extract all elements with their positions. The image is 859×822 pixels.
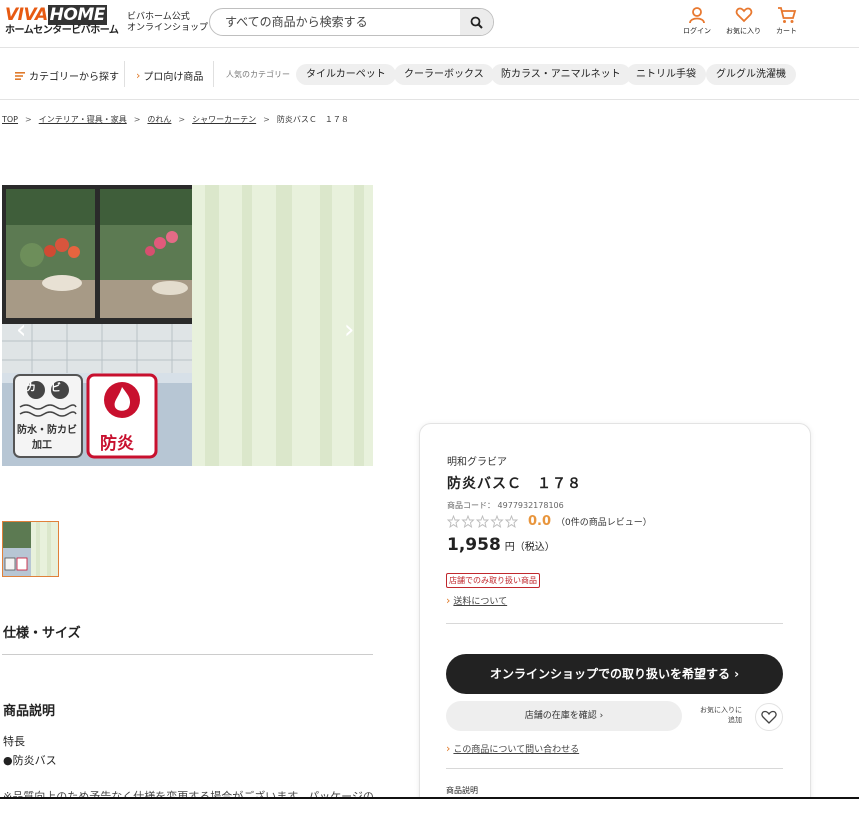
- spec-size-heading[interactable]: 仕様・サイズ: [3, 622, 81, 641]
- search-icon: [470, 16, 483, 29]
- kabi-badge-text: 加工: [32, 440, 52, 451]
- price-unit: 円（税込）: [504, 542, 555, 553]
- add-favorite-label: お気に入りに 追加: [700, 706, 742, 724]
- favorites-button[interactable]: お気に入り: [726, 6, 761, 36]
- inquiry-link[interactable]: › この商品について問い合わせる: [446, 742, 579, 755]
- heart-icon: [761, 710, 777, 724]
- description-heading: 商品説明: [3, 704, 56, 719]
- chevron-left-icon: ‹: [16, 315, 27, 345]
- product-name: 防炎バスＣ １７８: [447, 476, 582, 492]
- gallery-prev-button[interactable]: ‹: [16, 317, 26, 343]
- gallery-thumbnail[interactable]: [2, 521, 59, 577]
- menu-icon: [15, 71, 25, 80]
- divider: [213, 61, 214, 87]
- search-button[interactable]: [460, 9, 493, 35]
- request-online-button[interactable]: オンラインショップでの取り扱いを希望する ›: [446, 654, 783, 694]
- breadcrumb-link[interactable]: TOP: [2, 115, 18, 124]
- popular-chip[interactable]: タイルカーペット: [296, 64, 396, 85]
- user-icon: [689, 7, 705, 24]
- chevron-right-icon: ›: [446, 742, 451, 755]
- search-box: [209, 8, 494, 36]
- chevron-right-icon: ›: [344, 315, 355, 345]
- feature-label: 特長: [3, 735, 25, 748]
- logo-wordmark: VIVA HOME: [5, 5, 107, 25]
- price-value: 1,958: [447, 535, 501, 555]
- logo-subtitle: ホームセンタービバホーム: [5, 25, 119, 36]
- cart-button[interactable]: カート: [776, 6, 797, 36]
- add-favorite-button[interactable]: [755, 703, 783, 731]
- search-input[interactable]: [210, 9, 460, 35]
- chevron-right-icon: ›: [446, 594, 451, 607]
- site-logo[interactable]: VIVA HOME ホームセンタービバホーム: [5, 5, 119, 40]
- heart-icon: [735, 7, 752, 23]
- product-code: 商品コード： 4977932178106: [447, 501, 564, 510]
- brand-name: 明和グラビア: [447, 457, 507, 468]
- price: 1,958 円（税込）: [447, 535, 555, 555]
- kabi-badge-char: ビ: [51, 383, 61, 394]
- review-count: （0件の商品レビュー）: [556, 518, 652, 528]
- breadcrumb-link[interactable]: シャワーカーテン: [192, 115, 256, 124]
- official-shop-label: ビバホーム公式 オンラインショップ: [127, 12, 209, 33]
- thumbnail-image: [3, 522, 58, 576]
- feature-item: ●防炎バス: [3, 754, 57, 767]
- viewport-bottom-space: [0, 799, 859, 822]
- kabi-badge-text: 防水・防カビ: [17, 425, 77, 436]
- rating-row[interactable]: 0.0 （0件の商品レビュー）: [447, 514, 652, 529]
- cart-icon: [777, 7, 796, 23]
- login-button[interactable]: ログイン: [683, 6, 711, 36]
- star-rating-icon: [447, 515, 519, 528]
- popular-chip[interactable]: ニトリル手袋: [626, 64, 706, 85]
- card-description-heading: 商品説明: [446, 786, 478, 795]
- product-main-image: カ ビ 防水・防カビ 加工 防炎 ‹ ›: [2, 185, 373, 466]
- popular-chip[interactable]: クーラーボックス: [394, 64, 494, 85]
- gallery-next-button[interactable]: ›: [344, 317, 354, 343]
- divider: [124, 61, 125, 87]
- breadcrumb-link[interactable]: のれん: [147, 115, 171, 124]
- store-only-badge: 店舗でのみ取り扱い商品: [446, 573, 540, 588]
- site-header: VIVA HOME ホームセンタービバホーム ビバホーム公式 オンラインショップ …: [0, 0, 859, 48]
- check-store-stock-button[interactable]: 店舗の在庫を確認 ›: [446, 701, 682, 731]
- shipping-link[interactable]: › 送料について: [446, 594, 507, 607]
- breadcrumb-link[interactable]: インテリア・寝具・家具: [39, 115, 127, 124]
- divider: [446, 623, 783, 624]
- popular-categories-label: 人気のカテゴリー: [226, 70, 290, 79]
- pro-products-link[interactable]: › プロ向け商品: [136, 68, 203, 83]
- fire-badge-text: 防炎: [100, 434, 134, 454]
- kabi-badge-char: カ: [26, 383, 36, 394]
- divider: [446, 768, 783, 769]
- chevron-right-icon: ›: [136, 69, 141, 82]
- rating-value: 0.0: [528, 514, 552, 529]
- category-search-link[interactable]: カテゴリーから探す: [15, 68, 119, 83]
- popular-chip[interactable]: グルグル洗濯機: [706, 64, 796, 85]
- breadcrumb-current: 防炎バスＣ １７８: [276, 115, 349, 124]
- popular-chip[interactable]: 防カラス・アニマルネット: [491, 64, 631, 85]
- divider: [2, 654, 373, 655]
- breadcrumb: TOP > インテリア・寝具・家具 > のれん > シャワーカーテン > 防炎バスＣ １７８: [2, 115, 349, 124]
- purchase-card: 明和グラビア 防炎バスＣ １７８ 商品コード： 4977932178106 0.…: [419, 423, 811, 822]
- category-bar: カテゴリーから探す › プロ向け商品 人気のカテゴリー タイルカーペット クーラ…: [0, 49, 859, 100]
